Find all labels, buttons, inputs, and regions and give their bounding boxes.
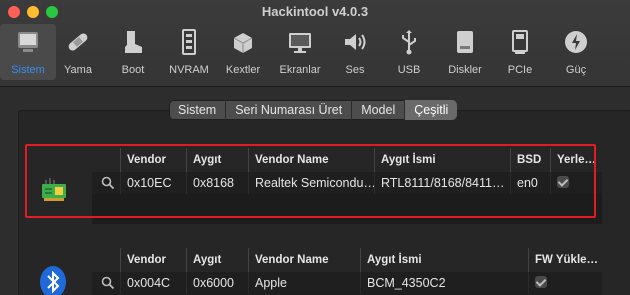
search-icon[interactable] — [92, 272, 120, 294]
toolbar-item-label: Ses — [345, 64, 365, 76]
device-name-cell: BCM_4350C2 — [360, 272, 528, 294]
toolbar-item-label: Ekranlar — [279, 64, 321, 76]
tab-model[interactable]: Model — [352, 100, 406, 120]
bandage-icon — [68, 33, 88, 51]
device-cell: 0x6000 — [186, 272, 248, 294]
table-row[interactable]: 0x004C 0x6000 Apple BCM_4350C2 — [92, 272, 602, 294]
column-header-search — [92, 248, 120, 272]
table-header: Vendor Aygıt Vendor Name Aygıt İsmi FW Y… — [92, 248, 602, 273]
toolbar-item-guc[interactable]: Güç — [548, 24, 604, 80]
tab-seri-numarasi-uret[interactable]: Seri Numarası Üret — [226, 100, 353, 120]
title-bar: Hackintool v4.0.3 Sistem Yama Boot NVRAM… — [0, 0, 630, 87]
toolbar-item-label: Diskler — [448, 64, 482, 76]
toolbar-item-diskler[interactable]: Diskler — [437, 24, 493, 80]
toolbar-item-label: NVRAM — [169, 64, 209, 76]
fw-loaded-checkbox[interactable] — [535, 276, 547, 288]
column-header-fw-loaded[interactable]: FW Yükle… — [528, 248, 602, 272]
highlight-box — [25, 144, 596, 218]
toolbar-item-pcie[interactable]: PCIe — [492, 24, 548, 80]
boot-icon — [125, 31, 142, 53]
window-title: Hackintool v4.0.3 — [261, 4, 369, 19]
vendor-name-cell: Apple — [248, 272, 360, 294]
column-header-vendor-name[interactable]: Vendor Name — [248, 248, 360, 272]
toolbar-item-label: Yama — [64, 64, 92, 76]
pcie-card-icon — [512, 30, 528, 54]
main-toolbar: Sistem Yama Boot NVRAM Kextler Ekranlar … — [0, 24, 630, 82]
power-icon — [565, 31, 587, 53]
nvram-icon — [182, 29, 196, 55]
tab-cesitli[interactable]: Çeşitli — [405, 100, 458, 120]
speaker-icon — [345, 34, 366, 50]
toolbar-item-sistem[interactable]: Sistem — [0, 24, 56, 80]
toolbar-item-kextler[interactable]: Kextler — [215, 24, 271, 80]
toolbar-item-nvram[interactable]: NVRAM — [161, 24, 217, 80]
toolbar-item-ses[interactable]: Ses — [327, 24, 383, 80]
toolbar-item-label: PCIe — [507, 64, 533, 76]
toolbar-item-yama[interactable]: Yama — [50, 24, 106, 80]
lego-icon — [233, 33, 253, 53]
toolbar-item-label: Kextler — [225, 64, 261, 76]
bluetooth-table: Vendor Aygıt Vendor Name Aygıt İsmi FW Y… — [92, 248, 602, 295]
toolbar-item-label: Sistem — [11, 64, 45, 76]
column-header-device-name[interactable]: Aygıt İsmi — [360, 248, 528, 272]
display-icon — [289, 33, 311, 53]
toolbar-item-ekranlar[interactable]: Ekranlar — [272, 24, 328, 80]
computer-icon — [18, 32, 38, 52]
vendor-cell: 0x004C — [120, 272, 186, 294]
tab-sistem[interactable]: Sistem — [169, 100, 227, 120]
toolbar-item-usb[interactable]: USB — [381, 24, 437, 80]
column-header-vendor[interactable]: Vendor — [120, 248, 186, 272]
disk-icon — [457, 31, 473, 53]
app-window: Hackintool v4.0.3 Sistem Yama Boot NVRAM… — [0, 0, 630, 295]
tab-bar: Sistem Seri Numarası Üret Model Çeşitli — [169, 100, 458, 120]
bluetooth-icon — [40, 266, 66, 295]
toolbar-item-label: USB — [397, 64, 421, 76]
usb-icon — [402, 30, 416, 55]
toolbar-item-boot[interactable]: Boot — [105, 24, 161, 80]
column-header-device[interactable]: Aygıt — [186, 248, 248, 272]
toolbar-item-label: Boot — [121, 64, 145, 76]
fw-loaded-cell — [528, 272, 602, 294]
toolbar-item-label: Güç — [565, 64, 587, 76]
